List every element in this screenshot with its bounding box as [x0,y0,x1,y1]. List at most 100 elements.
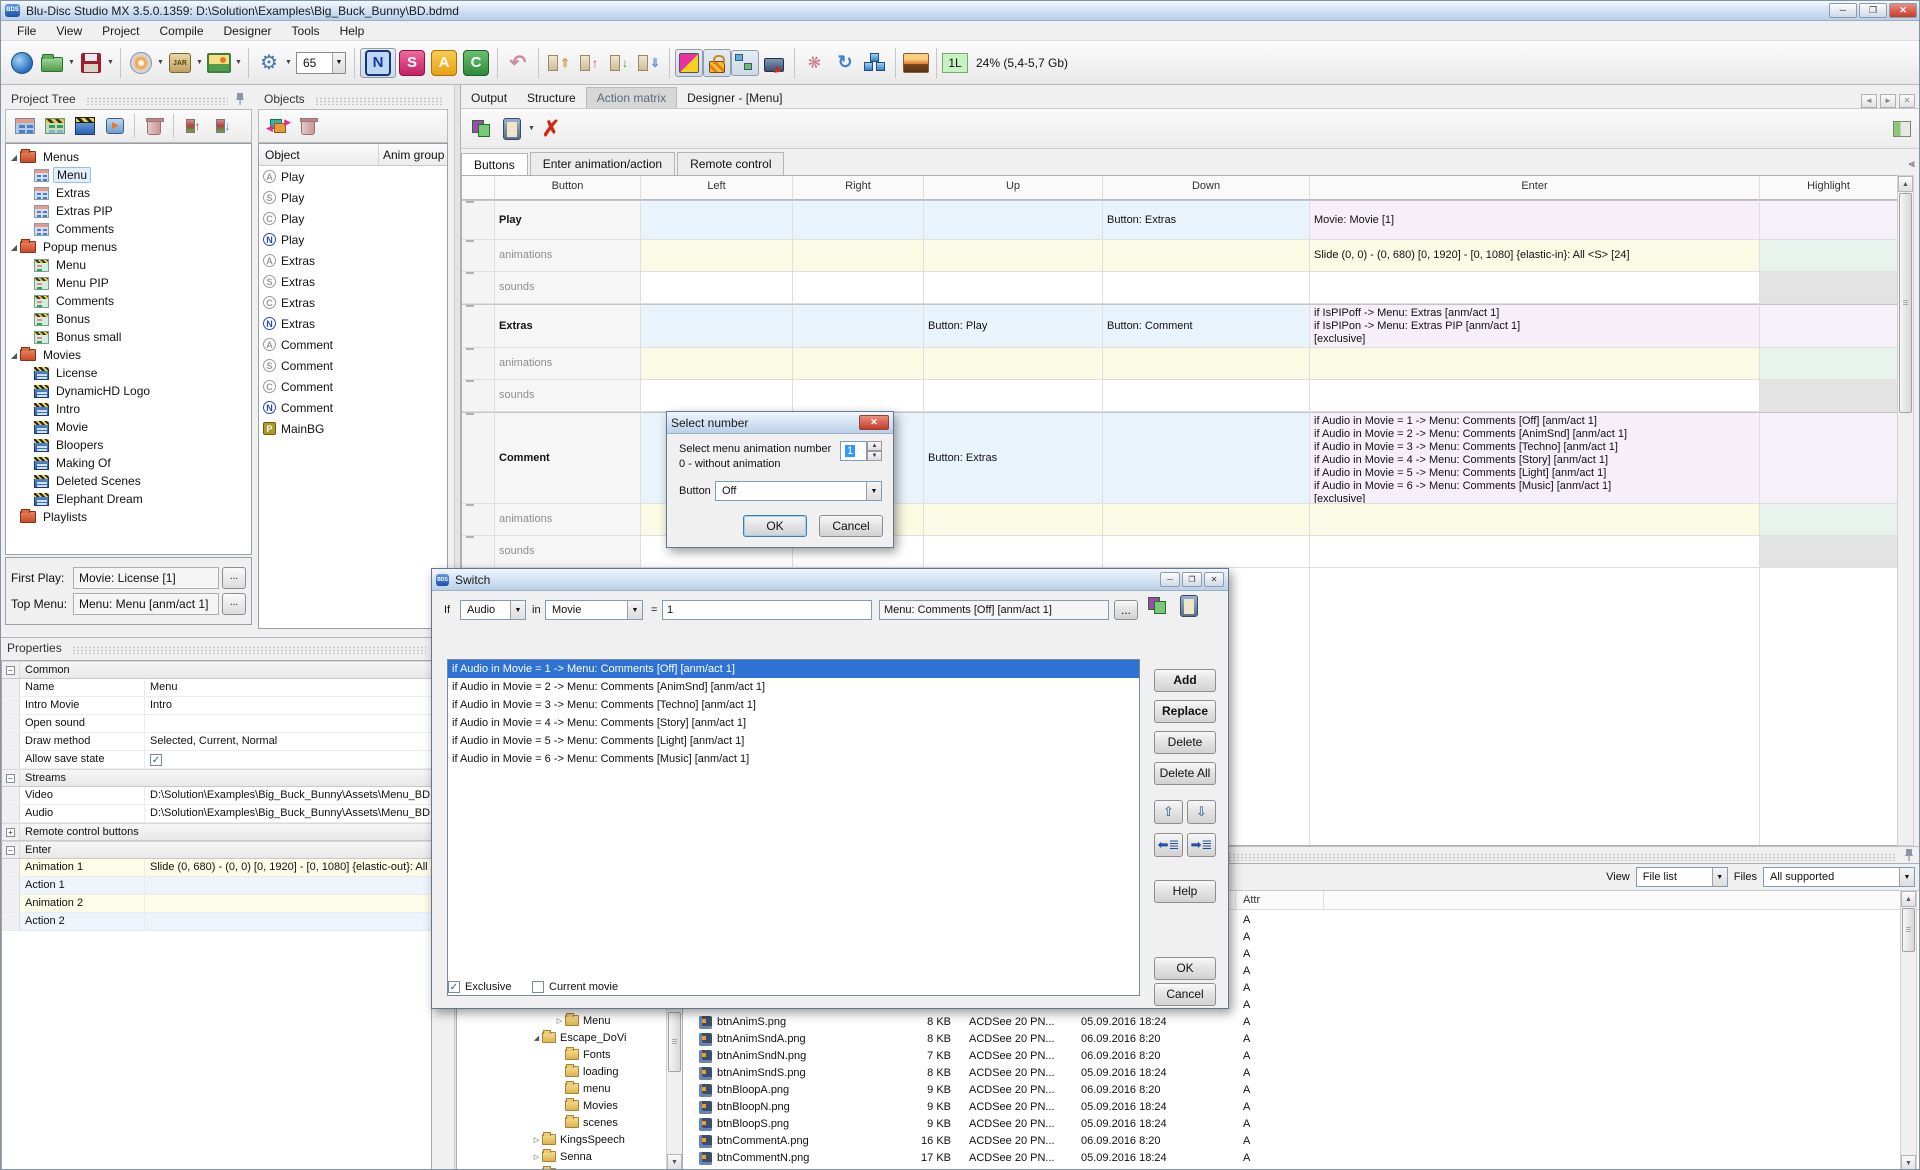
tree-item-comments[interactable]: Comments [8,220,249,238]
dropdown-icon[interactable]: ▼ [1899,868,1914,886]
tab-scroll-right-icon[interactable]: ► [1880,94,1896,108]
cell-play-anim-enter[interactable]: Slide (0, 0) - (0, 680) [0, 1920] - [0, … [1310,240,1760,272]
add-menu-icon[interactable] [10,112,40,140]
column-object[interactable]: Object [259,144,379,165]
sort-down-icon[interactable]: ↓ [208,112,238,140]
tree-folder-movies[interactable]: ◢Movies [8,346,249,364]
pin-icon[interactable] [234,92,246,106]
first-play-browse-button[interactable]: ... [222,567,246,589]
condition-value-input[interactable]: 1 [662,600,872,620]
property-row[interactable]: Open sound [2,715,431,733]
button-select[interactable]: Off ▼ [715,481,882,501]
cell-sound[interactable] [641,380,793,412]
menu-view[interactable]: View [46,22,92,40]
cell-sound[interactable] [1310,536,1760,568]
help-button[interactable]: Help [1154,880,1216,903]
dropdown-icon[interactable]: ▼ [627,601,642,619]
col-button[interactable]: Button [495,176,641,200]
close-button[interactable]: ✕ [1889,3,1917,18]
tab-structure[interactable]: Structure [517,88,586,108]
cell-anim[interactable] [1103,240,1310,272]
state-normal-button[interactable]: N [360,48,396,78]
links-toggle[interactable] [731,50,759,76]
delete-object-icon[interactable] [293,112,323,140]
folder-node-movies[interactable]: Movies [457,1097,682,1114]
cancel-button[interactable]: Cancel [819,515,883,537]
cancel-button[interactable]: Cancel [1154,983,1216,1006]
clear-matrix-icon[interactable]: ✗ [537,115,565,143]
object-row[interactable]: APlay [259,166,447,187]
folder-node-menu[interactable]: ▷Menu [457,1012,682,1029]
files-filter-select[interactable]: All supported▼ [1763,867,1915,887]
delete-all-button[interactable]: Delete All [1154,762,1216,785]
background-image-icon[interactable] [902,49,930,77]
delete-item-icon[interactable] [139,112,169,140]
cell-comment-up[interactable]: Button: Extras [924,412,1103,504]
folder-node-loading[interactable]: loading [457,1063,682,1080]
tree-item-popup-bonus[interactable]: Bonus [8,310,249,328]
cell-extras-enter[interactable]: if IsPIPoff -> Menu: Extras [anm/act 1] … [1310,304,1760,348]
test-fireworks-icon[interactable]: ❋ [801,49,829,77]
settings-dropdown[interactable]: ▼ [284,49,293,77]
property-row[interactable]: Animation 2 [2,895,431,913]
property-row[interactable]: Draw methodSelected, Current, Normal [2,733,431,751]
condition-target-select[interactable]: Movie▼ [545,600,643,620]
cell-sound[interactable] [1103,272,1310,304]
column-attr[interactable]: Attr [1243,894,1260,906]
folder-node-menu-sub[interactable]: menu [457,1080,682,1097]
menu-help[interactable]: Help [330,22,375,40]
cell-play-enter[interactable]: Movie: Movie [1] [1310,200,1760,240]
tree-folder-menus[interactable]: ◢Menus [8,148,249,166]
replace-button[interactable]: Replace [1154,700,1216,723]
tab-designer-menu[interactable]: Designer - [Menu] [677,88,792,108]
tab-output[interactable]: Output [461,88,517,108]
dialog-close-icon[interactable]: ✕ [859,415,889,430]
property-row[interactable]: Action 1 [2,877,431,895]
file-row[interactable]: btnCommentA.png16 KBACDSee 20 PN...06.09… [683,1133,1893,1150]
move-case-down-button[interactable]: ⇩ [1187,800,1216,824]
copy-switch-icon[interactable] [1148,597,1168,615]
file-row[interactable]: btnAnimSndS.png8 KBACDSee 20 PN...05.09.… [683,1065,1893,1082]
state-selected-button[interactable]: S [399,50,425,76]
col-up[interactable]: Up [924,176,1103,200]
image-dropdown[interactable]: ▼ [234,49,243,77]
3d-cubes-icon[interactable] [861,49,889,77]
animation-number-input[interactable]: 1 [840,441,867,461]
scroll-up-icon[interactable]: ▲ [1901,891,1916,907]
cell-anim[interactable] [924,240,1103,272]
group-streams[interactable]: −Streams [2,769,431,787]
cell-sound[interactable] [641,272,793,304]
property-row[interactable]: NameMenu [2,679,431,697]
burn-disc-icon[interactable] [127,49,155,77]
allow-save-checkbox[interactable]: ✓ [150,754,162,766]
dropdown-icon[interactable]: ▼ [510,601,525,619]
save-dropdown[interactable]: ▼ [106,49,115,77]
move-case-up-button[interactable]: ⇧ [1154,800,1183,824]
move-bottom-icon[interactable]: ⇓ [635,49,663,77]
scroll-down-icon[interactable]: ▼ [1901,1155,1916,1170]
browse-action-button[interactable]: ... [1114,600,1138,620]
object-row[interactable]: AComment [259,334,447,355]
folder-node-simple[interactable]: ▷Simple [457,1165,682,1170]
tree-item-extras[interactable]: Extras [8,184,249,202]
state-current-button[interactable]: C [463,50,489,76]
pin-icon[interactable] [1903,848,1915,862]
object-row[interactable]: SComment [259,355,447,376]
menu-designer[interactable]: Designer [214,22,282,40]
switch-case-item[interactable]: if Audio in Movie = 6 -> Menu: Comments … [448,750,1139,768]
sort-up-icon[interactable]: ↑ [178,112,208,140]
dropdown-icon[interactable]: ▼ [866,482,881,500]
cell-anim[interactable] [1103,504,1310,536]
indent-left-button[interactable]: ⬅≣ [1154,833,1183,857]
cell-anim[interactable] [641,240,793,272]
state-activated-button[interactable]: A [431,50,457,76]
folder-node-fonts[interactable]: Fonts [457,1046,682,1063]
scroll-up-icon[interactable]: ▲ [1898,176,1913,192]
group-common[interactable]: −Common [2,661,431,679]
cell-sound[interactable] [1103,536,1310,568]
refresh-icon[interactable]: ↻ [831,49,859,77]
cell-sound[interactable] [793,272,924,304]
copy-matrix-icon[interactable] [468,115,496,143]
open-project-icon[interactable] [38,49,66,77]
menu-file[interactable]: File [7,22,46,40]
